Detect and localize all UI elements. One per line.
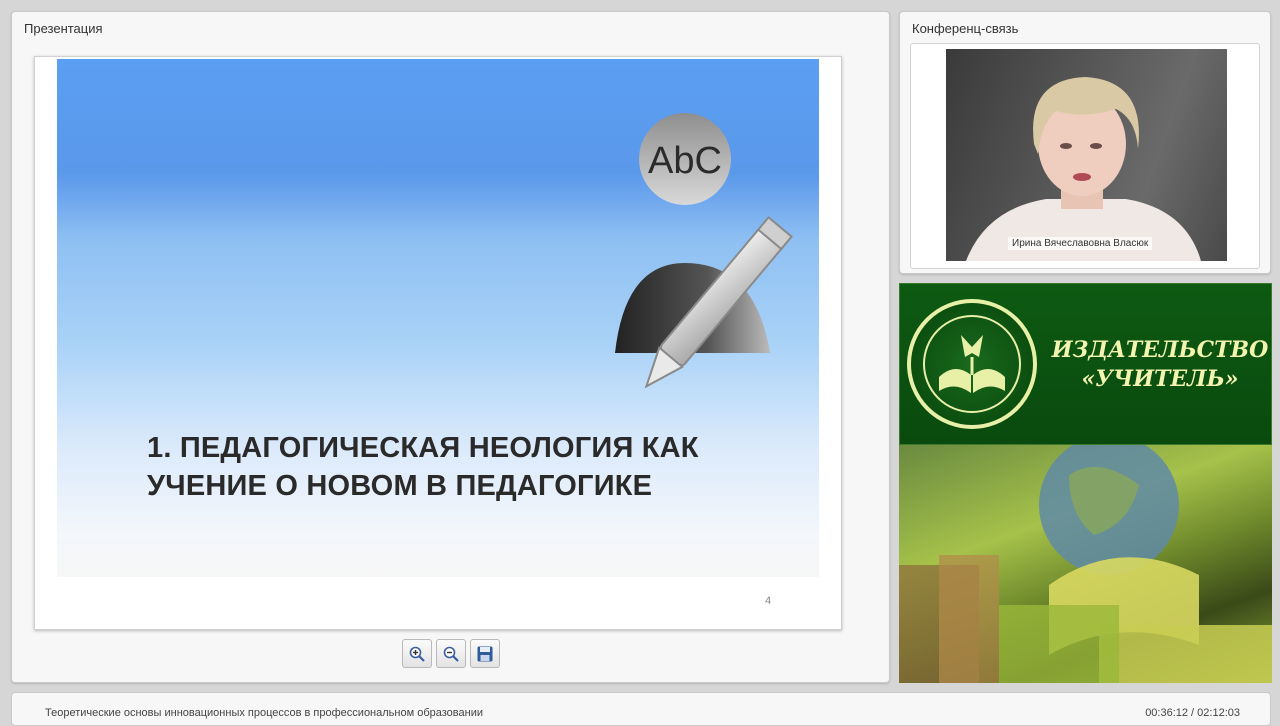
publisher-name: ИЗДАТЕЛЬСТВО «УЧИТЕЛЬ»: [1050, 336, 1270, 394]
slide-number: 4: [765, 595, 772, 607]
slide: AbC 1. ПЕДАГОГИЧЕСКАЯ НЕОЛОГИЯ КАК УЧЕНИ…: [34, 56, 842, 630]
slide-icon-text: AbC: [648, 140, 722, 182]
presentation-panel: Презентация AbC 1. ПЕДАГОГИЧЕСКАЯ НЕОЛОГ…: [11, 11, 890, 683]
publisher-name-line-2: «УЧИТЕЛЬ»: [1081, 366, 1239, 392]
presentation-panel-title: Презентация: [24, 21, 103, 36]
book-emblem-icon: [939, 335, 1005, 393]
save-icon: [477, 646, 493, 661]
conference-panel: Конференц-связь Ирина Вячеславовна Власю…: [899, 11, 1271, 274]
publisher-banner[interactable]: ИЗДАТЕЛЬСТВО «УЧИТЕЛЬ»: [899, 283, 1272, 683]
books-globe-image: [899, 435, 1272, 683]
speaker-silhouette: [966, 77, 1201, 261]
save-slide-button[interactable]: [470, 639, 500, 668]
zoom-in-icon: [409, 646, 425, 662]
slide-background: AbC 1. ПЕДАГОГИЧЕСКАЯ НЕОЛОГИЯ КАК УЧЕНИ…: [57, 59, 819, 577]
writer-figure-icon: AbC: [615, 113, 793, 389]
publisher-banner-header: ИЗДАТЕЛЬСТВО «УЧИТЕЛЬ»: [899, 283, 1272, 445]
zoom-out-icon: [443, 646, 459, 662]
publisher-name-line-1: ИЗДАТЕЛЬСТВО: [1051, 337, 1269, 363]
speaker-name-label: Ирина Вячеславовна Власюк: [1008, 237, 1153, 250]
slide-title-line-2: УЧЕНИЕ О НОВОМ В ПЕДАГОГИКЕ: [147, 470, 653, 502]
video-container: Ирина Вячеславовна Власюк: [910, 43, 1260, 269]
books-globe-illustration: [899, 435, 1272, 683]
publisher-logo-inner: [923, 315, 1021, 413]
conference-panel-title: Конференц-связь: [912, 21, 1019, 36]
footer-bar: Теоретические основы инновационных проце…: [11, 692, 1271, 726]
speaker-video[interactable]: Ирина Вячеславовна Власюк: [946, 49, 1227, 261]
publisher-logo: [907, 299, 1037, 429]
slide-title: 1. ПЕДАГОГИЧЕСКАЯ НЕОЛОГИЯ КАК УЧЕНИЕ О …: [147, 429, 787, 505]
zoom-out-button[interactable]: [436, 639, 466, 668]
playback-time: 00:36:12 / 02:12:03: [1145, 707, 1240, 719]
slide-title-line-1: 1. ПЕДАГОГИЧЕСКАЯ НЕОЛОГИЯ КАК: [147, 432, 699, 464]
course-title: Теоретические основы инновационных проце…: [45, 707, 483, 719]
zoom-in-button[interactable]: [402, 639, 432, 668]
